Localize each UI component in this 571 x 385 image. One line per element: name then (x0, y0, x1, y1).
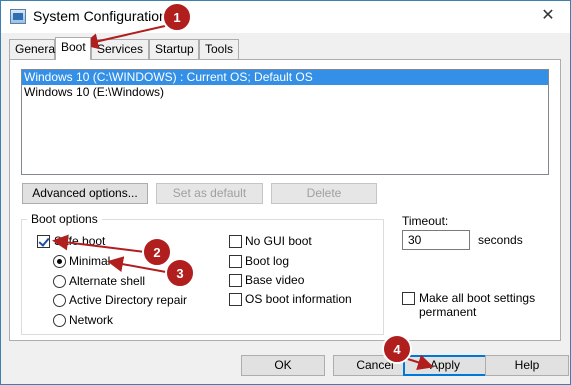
timeout-input[interactable]: 30 (402, 230, 470, 250)
timeout-label: Timeout: (402, 214, 449, 228)
apply-button[interactable]: Apply (403, 355, 487, 376)
boot-options-legend: Boot options (27, 212, 102, 226)
base-video-checkbox[interactable] (229, 274, 242, 287)
advanced-options-button[interactable]: Advanced options... (22, 183, 148, 204)
tab-tools[interactable]: Tools (199, 39, 239, 59)
boot-log-checkbox[interactable] (229, 255, 242, 268)
ok-button[interactable]: OK (241, 355, 325, 376)
tab-startup[interactable]: Startup (149, 39, 199, 59)
base-video-label[interactable]: Base video (245, 273, 304, 287)
safe-boot-label[interactable]: Safe boot (54, 234, 105, 248)
alternate-shell-radio[interactable] (53, 275, 66, 288)
title-bar: System Configuration ✕ (1, 1, 570, 33)
minimal-label[interactable]: Minimal (69, 254, 110, 268)
help-button[interactable]: Help (485, 355, 569, 376)
active-directory-repair-radio[interactable] (53, 294, 66, 307)
minimal-radio[interactable] (53, 255, 66, 268)
boot-log-label[interactable]: Boot log (245, 254, 289, 268)
tab-general[interactable]: General (9, 39, 58, 59)
safe-boot-checkbox[interactable] (37, 235, 50, 248)
no-gui-boot-label[interactable]: No GUI boot (245, 234, 312, 248)
os-list-item[interactable]: Windows 10 (C:\WINDOWS) : Current OS; De… (22, 70, 548, 85)
alternate-shell-label[interactable]: Alternate shell (69, 274, 145, 288)
window-title: System Configuration (33, 8, 167, 24)
make-permanent-label-line2[interactable]: permanent (419, 305, 476, 319)
system-config-app-icon (10, 9, 26, 24)
set-as-default-button[interactable]: Set as default (156, 183, 263, 204)
os-boot-information-label[interactable]: OS boot information (245, 292, 352, 306)
network-label[interactable]: Network (69, 313, 113, 327)
make-permanent-checkbox[interactable] (402, 292, 415, 305)
os-boot-information-checkbox[interactable] (229, 293, 242, 306)
delete-button[interactable]: Delete (271, 183, 377, 204)
tab-boot[interactable]: Boot (55, 37, 91, 60)
make-permanent-label[interactable]: Make all boot settings (419, 291, 535, 305)
close-icon[interactable]: ✕ (536, 5, 560, 27)
tab-services[interactable]: Services (91, 39, 149, 59)
os-list[interactable]: Windows 10 (C:\WINDOWS) : Current OS; De… (21, 69, 549, 175)
active-directory-repair-label[interactable]: Active Directory repair (69, 293, 187, 307)
os-list-item[interactable]: Windows 10 (E:\Windows) (22, 85, 548, 100)
network-radio[interactable] (53, 314, 66, 327)
timeout-unit-label: seconds (478, 233, 523, 247)
no-gui-boot-checkbox[interactable] (229, 235, 242, 248)
